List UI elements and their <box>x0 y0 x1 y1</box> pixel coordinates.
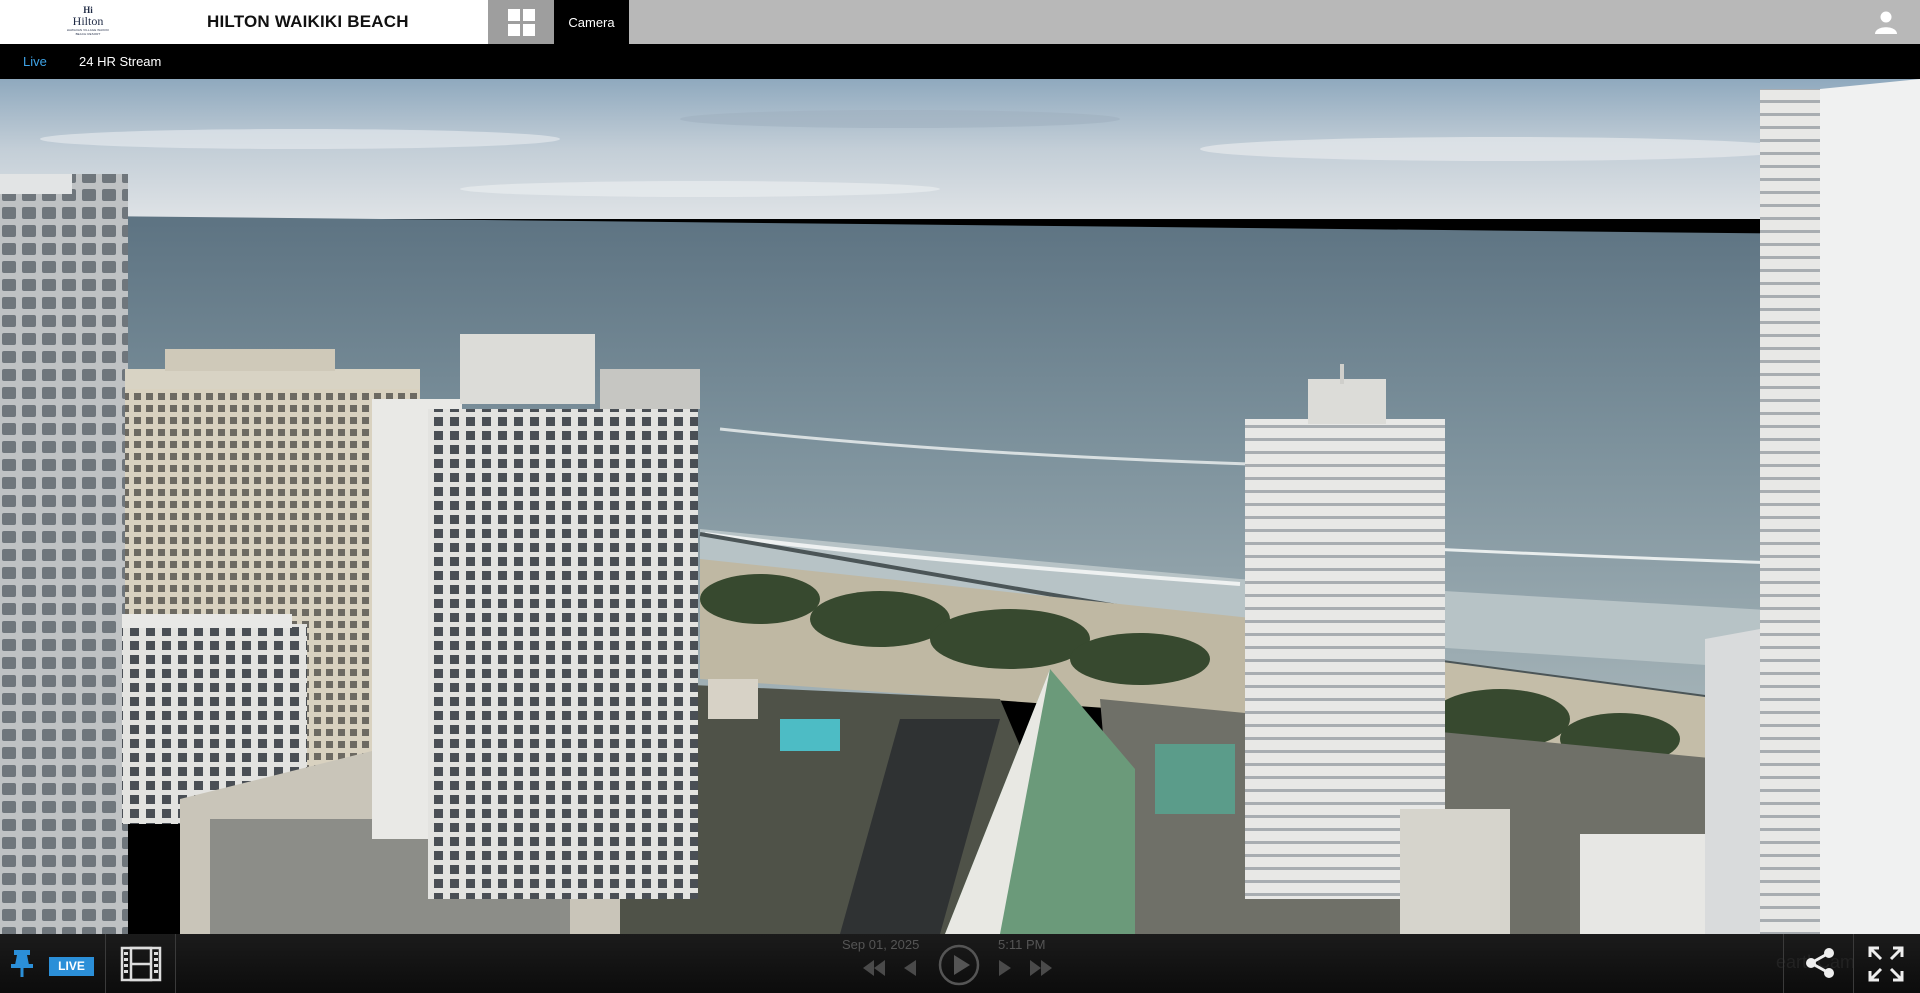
divider <box>175 934 176 993</box>
camera-grid-button[interactable] <box>488 0 554 44</box>
user-icon[interactable] <box>1874 10 1898 34</box>
tab-camera[interactable]: Camera <box>554 0 629 44</box>
play-icon[interactable] <box>938 944 980 991</box>
hilton-logo[interactable]: Hi Hilton HAWAIIAN VILLAGE WAIKIKI BEACH… <box>62 6 114 38</box>
divider <box>1853 934 1854 993</box>
divider <box>105 934 106 993</box>
playback-date: Sep 01, 2025 <box>842 937 920 952</box>
film-icon[interactable] <box>120 946 162 982</box>
logo-tagline: HAWAIIAN VILLAGE WAIKIKI BEACH RESORT <box>66 28 110 36</box>
pin-icon[interactable] <box>8 948 36 978</box>
skip-back-icon[interactable] <box>863 960 885 981</box>
grid-icon <box>507 8 535 36</box>
step-forward-icon[interactable] <box>998 960 1012 981</box>
logo-word: Hilton <box>72 14 104 28</box>
fullscreen-icon[interactable] <box>1868 946 1904 982</box>
skip-forward-icon[interactable] <box>1030 960 1052 981</box>
divider <box>1783 934 1784 993</box>
tab-24hr-stream[interactable]: 24 HR Stream <box>79 54 161 69</box>
share-icon[interactable] <box>1803 946 1837 980</box>
live-badge[interactable]: LIVE <box>49 957 94 976</box>
tab-live[interactable]: Live <box>23 54 47 69</box>
step-back-icon[interactable] <box>903 960 917 981</box>
player-controls: LIVE Sep 01, 2025 5:11 PM earthCam <box>0 934 1920 993</box>
playback-time: 5:11 PM <box>998 937 1046 952</box>
live-camera-video[interactable] <box>0 79 1920 934</box>
top-header: Hi Hilton HAWAIIAN VILLAGE WAIKIKI BEACH… <box>0 0 1920 44</box>
stream-nav: Live 24 HR Stream <box>0 44 1920 79</box>
page-title: HILTON WAIKIKI BEACH <box>207 12 409 31</box>
brand-area: Hi Hilton HAWAIIAN VILLAGE WAIKIKI BEACH… <box>0 0 488 44</box>
